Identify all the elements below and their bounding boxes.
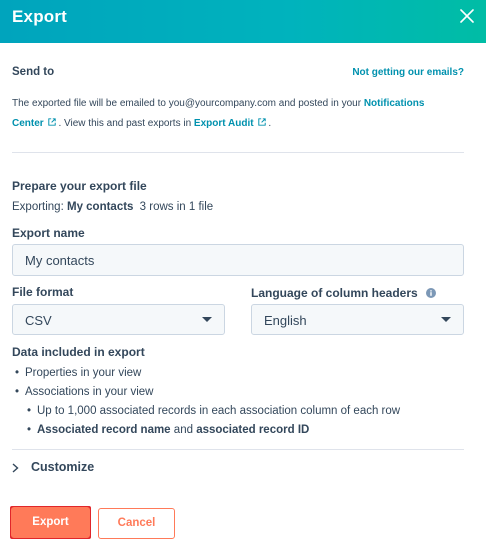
export-name-value: My contacts <box>25 253 95 268</box>
language-label: Language of column headers <box>251 286 437 300</box>
list-item: Properties in your view <box>15 367 141 379</box>
info-icon[interactable] <box>426 288 437 298</box>
chevron-right-icon <box>12 463 19 473</box>
close-icon[interactable] <box>460 9 474 23</box>
data-included-heading: Data included in export <box>12 345 145 359</box>
external-link-icon <box>48 118 56 126</box>
file-format-label: File format <box>12 285 74 299</box>
send-to-description-text: The exported file will be emailed to you… <box>12 98 362 109</box>
section-divider <box>12 152 464 153</box>
export-audit-link[interactable]: Export Audit <box>194 118 266 129</box>
not-getting-emails-link[interactable]: Not getting our emails? <box>352 67 464 78</box>
export-name-label: Export name <box>12 226 85 240</box>
customize-toggle[interactable]: Customize <box>12 460 212 478</box>
dialog-title: Export <box>12 7 68 26</box>
export-name-input[interactable]: My contacts <box>12 244 464 276</box>
list-item: Associated record name and associated re… <box>27 424 309 436</box>
dialog-header: Export <box>0 0 486 43</box>
send-to-description-line1: The exported file will be emailed to you… <box>12 98 424 109</box>
send-to-description-end: . <box>268 118 272 129</box>
list-item: Associations in your view <box>15 386 154 398</box>
list-item: Up to 1,000 associated records in each a… <box>27 405 400 417</box>
customize-label: Customize <box>31 460 95 474</box>
language-value: English <box>264 313 307 328</box>
section-divider <box>12 449 464 450</box>
send-to-description-middle: . View this and past exports in <box>58 118 192 129</box>
file-format-value: CSV <box>25 313 52 328</box>
exporting-summary: Exporting: My contacts 3 rows in 1 file <box>12 201 213 213</box>
send-to-description-line2: Center . View this and past exports in E… <box>12 118 271 129</box>
chevron-down-icon <box>202 317 212 322</box>
prepare-heading: Prepare your export file <box>12 179 147 193</box>
exporting-prefix: Exporting: <box>12 201 64 213</box>
chevron-down-icon <box>441 317 451 322</box>
external-link-icon <box>257 118 266 126</box>
file-format-select[interactable]: CSV <box>12 304 225 335</box>
notifications-center-link[interactable]: Center <box>12 118 56 129</box>
export-button[interactable]: Export <box>11 507 90 538</box>
exporting-row-count: 3 rows in 1 file <box>139 201 214 213</box>
notifications-center-link-line1[interactable]: Notifications <box>364 98 425 109</box>
language-select[interactable]: English <box>251 304 464 335</box>
send-to-heading: Send to <box>12 66 55 78</box>
cancel-button[interactable]: Cancel <box>98 508 175 539</box>
exporting-view-name: My contacts <box>66 201 134 213</box>
